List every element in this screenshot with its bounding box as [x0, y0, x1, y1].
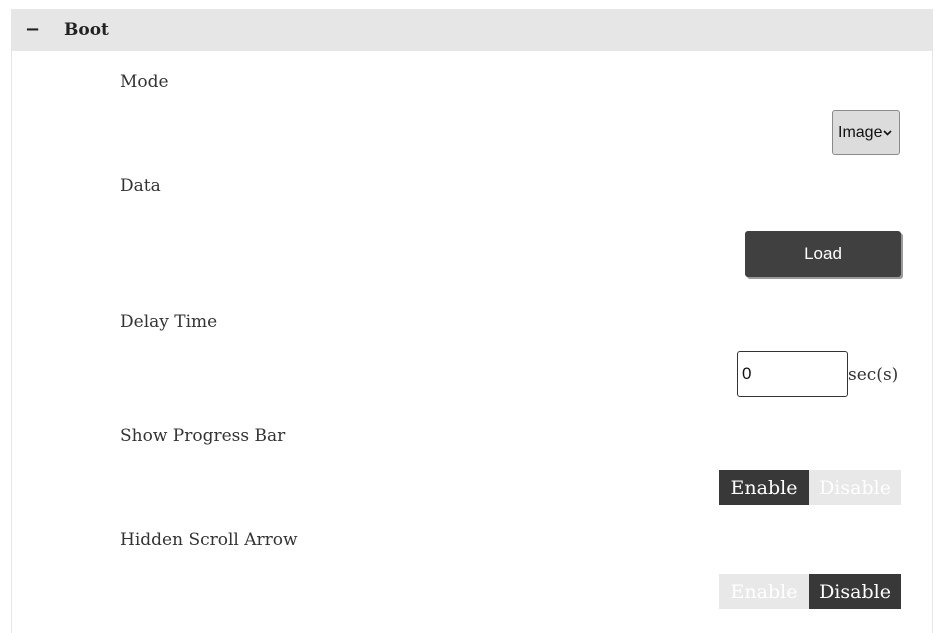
show-progress-bar-enable[interactable]: Enable [719, 470, 809, 505]
section-header[interactable]: − Boot [12, 9, 933, 51]
hidden-scroll-arrow-enable[interactable]: Enable [719, 574, 809, 609]
chevron-down-icon [883, 128, 893, 139]
show-progress-bar-toggle: Enable Disable [719, 470, 901, 505]
load-button[interactable]: Load [745, 231, 901, 277]
delay-time-label: Delay Time [120, 312, 218, 332]
mode-select-value: Image [838, 123, 883, 141]
hidden-scroll-arrow-toggle: Enable Disable [719, 574, 901, 609]
hidden-scroll-arrow-disable[interactable]: Disable [809, 574, 901, 609]
delay-time-unit: sec(s) [848, 365, 899, 385]
data-label: Data [120, 176, 161, 196]
mode-label: Mode [120, 72, 169, 92]
hidden-scroll-arrow-label: Hidden Scroll Arrow [120, 530, 298, 550]
mode-select[interactable]: Image [832, 110, 900, 155]
section-title: Boot [64, 20, 109, 40]
minus-icon[interactable]: − [25, 20, 40, 40]
boot-panel: − Boot Mode Image Data Load Delay Time 0… [11, 9, 933, 633]
show-progress-bar-disable[interactable]: Disable [809, 470, 901, 505]
delay-time-input[interactable]: 0 [737, 351, 848, 397]
show-progress-bar-label: Show Progress Bar [120, 426, 286, 446]
